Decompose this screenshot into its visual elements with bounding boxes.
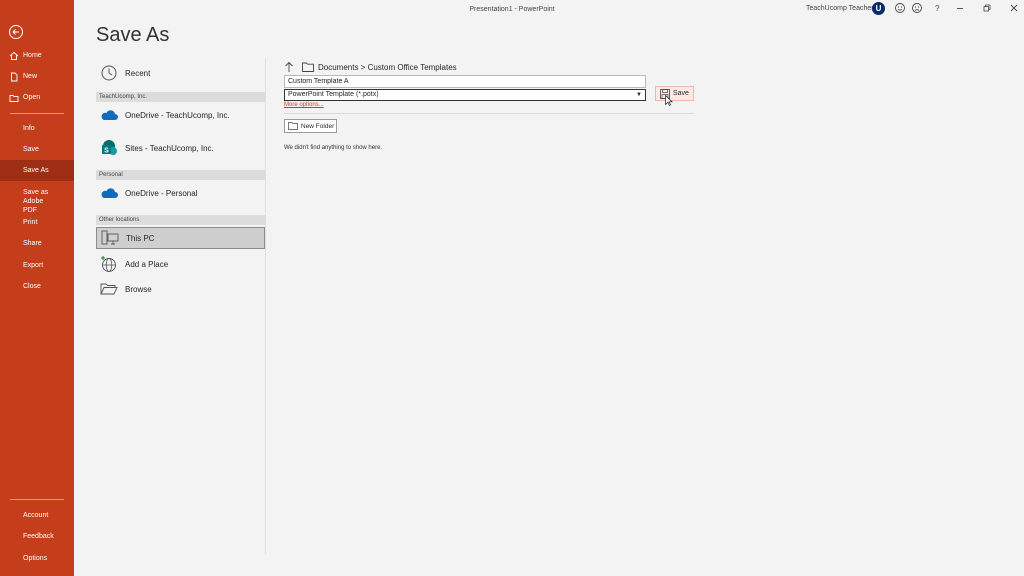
more-options-link[interactable]: More options...	[284, 102, 324, 108]
new-folder-icon	[288, 122, 298, 130]
globe-add-icon	[99, 254, 119, 274]
clock-icon	[99, 63, 119, 83]
new-folder-label: New Folder	[301, 122, 335, 130]
open-folder-icon	[9, 95, 19, 102]
nav-print-label: Print	[23, 219, 38, 226]
breadcrumb-path[interactable]: Documents > Custom Office Templates	[318, 63, 457, 72]
location-recent[interactable]: Recent	[96, 62, 265, 84]
chevron-down-icon: ▼	[636, 92, 642, 98]
sharepoint-icon: S	[99, 138, 119, 158]
nav-save-as-label: Save As	[23, 167, 49, 174]
save-button-label: Save	[673, 90, 689, 97]
onedrive-icon	[99, 183, 119, 203]
empty-message: We didn't find anything to show here.	[284, 145, 383, 151]
nav-open-label: Open	[23, 94, 41, 101]
group-header-personal: Personal	[96, 170, 265, 180]
back-arrow-icon[interactable]	[8, 24, 24, 40]
pane-divider	[284, 113, 694, 114]
nav-divider-bottom	[10, 499, 64, 500]
onedrive-icon	[99, 105, 119, 125]
avatar[interactable]: U	[872, 2, 885, 15]
nav-share[interactable]: Share	[0, 239, 74, 248]
nav-export-label: Export	[23, 262, 44, 269]
mouse-cursor-icon	[665, 95, 673, 106]
nav-save-as-pdf[interactable]: Save as Adobe PDF	[0, 188, 58, 215]
nav-home[interactable]: Home	[0, 51, 74, 60]
nav-info-label: Info	[23, 125, 35, 132]
nav-info[interactable]: Info	[0, 124, 74, 133]
location-recent-label: Recent	[125, 68, 151, 78]
svg-text:S: S	[104, 148, 109, 155]
nav-account-label: Account	[23, 512, 49, 519]
nav-print[interactable]: Print	[0, 218, 74, 227]
location-onedrive-personal[interactable]: OneDrive - Personal	[96, 182, 265, 204]
up-arrow-icon[interactable]	[284, 61, 294, 73]
folder-open-icon	[99, 279, 119, 299]
group-header-org: TeachUcomp, Inc.	[96, 92, 265, 102]
breadcrumb: Documents > Custom Office Templates	[284, 61, 457, 73]
new-folder-button[interactable]: New Folder	[284, 119, 337, 133]
user-name[interactable]: TeachUcomp Teacher	[806, 5, 874, 12]
nav-close-label: Close	[23, 283, 41, 290]
backstage-nav: Home New Open Info Save Save As Save as …	[0, 0, 74, 576]
nav-feedback-label: Feedback	[23, 533, 54, 540]
location-browse-label: Browse	[125, 284, 152, 294]
nav-save-label: Save	[23, 146, 39, 153]
location-sites-org[interactable]: S Sites - TeachUcomp, Inc.	[96, 137, 265, 159]
title-bar: Presentation1 - PowerPoint TeachUcomp Te…	[74, 0, 1024, 18]
page-title: Save As	[96, 24, 170, 46]
location-add-place-label: Add a Place	[125, 259, 169, 269]
nav-new[interactable]: New	[0, 72, 74, 82]
help-icon[interactable]: ?	[935, 4, 947, 16]
minimize-icon[interactable]	[954, 2, 966, 14]
nav-account[interactable]: Account	[0, 511, 74, 520]
location-onedrive-org-label: OneDrive - TeachUcomp, Inc.	[125, 110, 230, 120]
location-onedrive-org[interactable]: OneDrive - TeachUcomp, Inc.	[96, 104, 265, 126]
nav-home-label: Home	[23, 52, 42, 59]
restore-icon[interactable]	[981, 2, 993, 14]
nav-options[interactable]: Options	[0, 554, 74, 563]
group-header-other: Other locations	[96, 215, 265, 225]
nav-save-as[interactable]: Save As	[0, 160, 74, 181]
location-onedrive-personal-label: OneDrive - Personal	[125, 188, 198, 198]
location-add-place[interactable]: Add a Place	[96, 253, 265, 275]
file-type-select[interactable]: PowerPoint Template (*.potx) ▼	[284, 89, 646, 101]
location-browse[interactable]: Browse	[96, 278, 265, 300]
nav-close[interactable]: Close	[0, 282, 74, 291]
nav-divider	[10, 113, 64, 114]
save-button[interactable]: Save	[655, 86, 694, 101]
nav-options-label: Options	[23, 555, 48, 562]
new-file-icon	[11, 72, 18, 82]
nav-feedback[interactable]: Feedback	[0, 532, 74, 541]
frown-icon[interactable]	[911, 2, 923, 14]
location-sites-org-label: Sites - TeachUcomp, Inc.	[125, 143, 214, 153]
close-icon[interactable]	[1008, 2, 1020, 14]
column-divider	[265, 58, 266, 554]
home-icon	[9, 51, 19, 60]
nav-share-label: Share	[23, 240, 42, 247]
file-name-input[interactable]: Custom Template A	[284, 75, 646, 88]
location-this-pc-label: This PC	[126, 233, 155, 243]
file-type-value: PowerPoint Template (*.potx)	[288, 91, 379, 98]
nav-export[interactable]: Export	[0, 261, 74, 270]
nav-new-label: New	[23, 73, 38, 80]
location-this-pc[interactable]: This PC	[96, 227, 265, 249]
nav-open[interactable]: Open	[0, 93, 74, 102]
smile-icon[interactable]	[894, 2, 906, 14]
computer-icon	[100, 228, 120, 248]
nav-save-as-pdf-label: Save as Adobe PDF	[23, 189, 49, 214]
nav-save[interactable]: Save	[0, 145, 74, 154]
folder-icon	[302, 62, 314, 72]
